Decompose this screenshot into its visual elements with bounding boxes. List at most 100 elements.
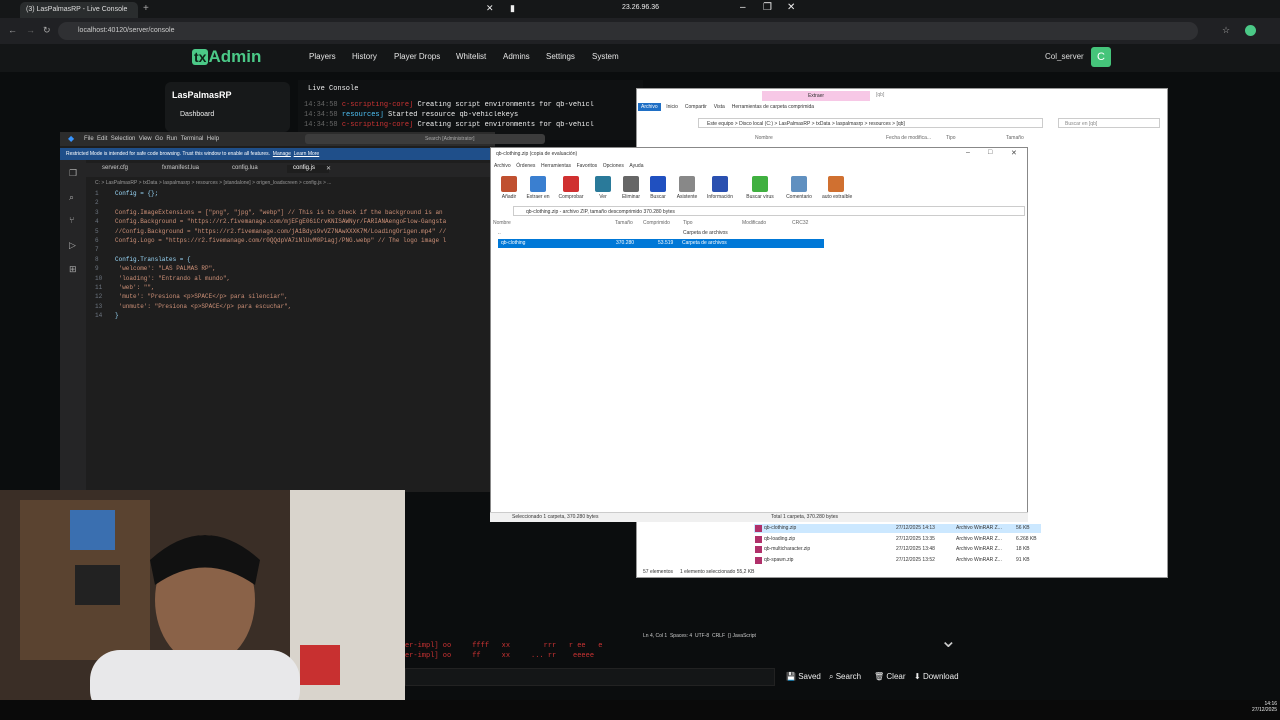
nav-admins[interactable]: Admins <box>503 52 530 61</box>
signal-icon: ▮ <box>510 3 515 13</box>
winrar-menu[interactable]: Archivo Órdenes Herramientas Favoritos O… <box>494 163 643 169</box>
console-command-input[interactable] <box>405 668 775 686</box>
run-debug-icon[interactable]: ▷ <box>69 240 76 251</box>
nav-settings[interactable]: Settings <box>546 52 575 61</box>
wr-col-type[interactable]: Tipo <box>683 220 693 226</box>
reload-icon[interactable]: ↻ <box>43 25 51 36</box>
explorer-status: 57 elementos 1 elemento seleccionado 55,… <box>643 569 755 575</box>
avatar[interactable]: C <box>1091 47 1111 67</box>
col-type[interactable]: Tipo <box>946 135 956 141</box>
extract-tab[interactable]: Extraer <box>762 91 870 101</box>
winrar-toolbar-button[interactable]: Añadir <box>495 176 523 200</box>
back-icon[interactable]: ← <box>8 25 17 35</box>
tab-server-cfg[interactable]: server.cfg <box>102 165 128 171</box>
download-button[interactable]: ⬇ Download <box>914 672 959 681</box>
minimize-icon[interactable]: – <box>740 2 746 13</box>
col-size[interactable]: Tamaño <box>1006 135 1024 141</box>
new-tab-button[interactable]: + <box>143 3 149 14</box>
winrar-maximize-icon[interactable]: □ <box>988 149 992 156</box>
file-row[interactable]: qb-clothing.zip 27/12/2025 14:13 Archivo W… <box>754 524 1041 533</box>
winrar-toolbar-button[interactable]: Eliminar <box>617 176 645 200</box>
extensions-icon[interactable]: ⊞ <box>69 264 77 275</box>
console-title: Live Console <box>308 85 359 93</box>
winrar-toolbar-button[interactable]: Comentario <box>785 176 813 200</box>
console-bottom-line: er-impl] oo ffff xx rrr r ee e <box>405 642 603 650</box>
winrar-toolbar-button[interactable]: Extraer en <box>524 176 552 200</box>
toolbar-icon <box>828 176 844 192</box>
nav-whitelist[interactable]: Whitelist <box>456 52 486 61</box>
manage-link[interactable]: Manage <box>273 151 291 157</box>
winrar-path[interactable]: qb-clothing.zip - archivo ZIP, tamaño de… <box>513 206 1025 216</box>
bookmark-icon[interactable]: ☆ <box>1222 25 1230 36</box>
toolbar-icon <box>623 176 639 192</box>
explorer-path[interactable]: Este equipo > Disco local (C:) > LasPalm… <box>698 118 1043 128</box>
close-icon[interactable]: ✕ <box>787 2 795 13</box>
console-line: 14:34:58 resources] Started resource qb-… <box>304 111 519 119</box>
tab-config-lua[interactable]: config.lua <box>232 165 258 171</box>
vscode-menu[interactable]: File Edit Selection View Go Run Terminal… <box>84 136 219 142</box>
code-line: 8 Config.Translates = { <box>95 255 191 263</box>
nav-players[interactable]: Players <box>309 52 336 61</box>
tab-config-js[interactable]: config.js <box>287 165 330 173</box>
wr-col-modified[interactable]: Modificado <box>742 220 766 226</box>
search-button[interactable]: ⌕ Search <box>829 672 861 682</box>
file-row[interactable]: qb-spawn.zip 27/12/2025 13:52 Archivo WinR… <box>754 556 1041 565</box>
winrar-toolbar-button[interactable]: Ver <box>589 176 617 200</box>
code-line: 2 <box>95 199 99 207</box>
winrar-status-left: Seleccionado 1 carpeta, 370.280 bytes <box>512 514 599 520</box>
profile-icon[interactable] <box>1245 25 1256 36</box>
code-line: 12 'mute': "Presiona <p>SPACE</p> para s… <box>95 293 288 301</box>
wr-col-size[interactable]: Tamaño <box>615 220 633 226</box>
col-name[interactable]: Nombre <box>755 135 773 141</box>
source-control-icon[interactable]: ⑂ <box>69 215 74 225</box>
taskbar-clock[interactable]: 14:16 27/12/2025 <box>1252 701 1277 713</box>
winrar-toolbar-button[interactable]: Asistente <box>673 176 701 200</box>
url-input[interactable]: localhost:40120/server/console <box>58 22 1198 40</box>
file-row[interactable]: qb-loading.zip 27/12/2025 13:35 Archivo Wi… <box>754 535 1041 544</box>
winrar-toolbar-button[interactable]: Buscar <box>644 176 672 200</box>
close-tab-icon[interactable]: ✕ <box>326 165 331 172</box>
col-date[interactable]: Fecha de modifica... <box>886 135 931 141</box>
forward-icon[interactable]: → <box>26 25 35 35</box>
zip-file-icon <box>755 546 762 553</box>
winrar-toolbar-button[interactable]: auto extraíble <box>822 176 852 200</box>
console-line: 14:34:58 c-scripting-core] Creating scri… <box>304 101 594 109</box>
winrar-toolbar-button[interactable]: Comprobar <box>557 176 585 200</box>
winrar-minimize-icon[interactable]: – <box>966 149 970 156</box>
txadmin-logo[interactable]: tx Admin <box>192 47 261 67</box>
explorer-icon[interactable]: ❐ <box>69 168 77 179</box>
winrar-close-icon[interactable]: ✕ <box>1011 149 1017 157</box>
code-line: 10 'loading': "Entrando al mundo", <box>95 274 231 282</box>
search-icon[interactable]: ⌕ <box>69 192 74 203</box>
learn-more-link[interactable]: Learn More <box>294 151 320 157</box>
nav-system[interactable]: System <box>592 52 619 61</box>
winrar-toolbar-button[interactable]: Buscar virus <box>746 176 774 200</box>
explorer-ribbon[interactable]: Archivo Inicio Compartir Vista Herramien… <box>638 103 814 111</box>
sidebar-title: LasPalmasRP <box>172 90 232 100</box>
winrar-title: qb-clothing.zip (copia de evaluación) <box>496 151 578 157</box>
nav-history[interactable]: History <box>352 52 377 61</box>
activity-bar <box>60 160 86 492</box>
toolbar-icon <box>501 176 517 192</box>
parent-row[interactable]: .. Carpeta de archivos <box>498 230 728 236</box>
mute-icon[interactable]: ✕ <box>486 3 494 14</box>
saved-button[interactable]: 💾 Saved <box>786 672 821 681</box>
console-line: 14:34:58 c-scripting-core] Creating scri… <box>304 121 594 129</box>
wr-col-name[interactable]: Nombre <box>493 220 511 226</box>
wr-col-crc[interactable]: CRC32 <box>792 220 808 226</box>
wr-col-packed[interactable]: Comprimido <box>643 220 670 226</box>
vscode-search-input[interactable]: Search [Administrator] <box>305 134 545 144</box>
archive-row-selected[interactable]: qb-clothing 370.280 53.519 Carpeta de ar… <box>498 239 824 248</box>
winrar-toolbar-button[interactable]: Información <box>706 176 734 200</box>
sidebar-item-dashboard[interactable]: Dashboard <box>180 111 214 118</box>
nav-player-drops[interactable]: Player Drops <box>394 52 440 61</box>
clear-button[interactable]: 🗑 Clear <box>874 672 906 681</box>
tab-fxmanifest[interactable]: fxmanifest.lua <box>162 165 199 171</box>
windows-taskbar <box>0 700 1280 720</box>
maximize-icon[interactable]: ❐ <box>763 2 772 13</box>
browser-tab[interactable]: (3) LasPalmasRP - Live Console <box>20 2 138 18</box>
scroll-down-icon[interactable]: ⌄ <box>940 628 957 653</box>
explorer-search-input[interactable]: Buscar en [qb] <box>1058 118 1160 128</box>
toolbar-icon <box>595 176 611 192</box>
file-row[interactable]: qb-multicharacter.zip 27/12/2025 13:48 Arc… <box>754 545 1041 554</box>
